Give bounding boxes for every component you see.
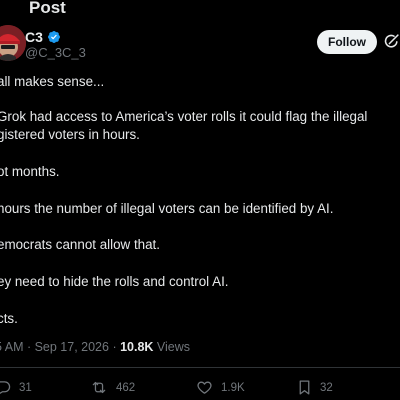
repost-count: 462 — [116, 381, 136, 394]
reply-count: 31 — [19, 381, 32, 394]
repost-icon — [92, 381, 106, 394]
follow-button[interactable]: Follow — [317, 30, 377, 54]
post-line: hours the number of illegal voters can b… — [0, 201, 334, 216]
heart-icon — [197, 381, 212, 394]
views-label: Views — [153, 340, 191, 354]
post-line: ot months. — [0, 164, 60, 179]
post-line: emocrats cannot allow that. — [0, 237, 161, 252]
page-title: Post — [29, 0, 66, 17]
bookmark-icon — [299, 380, 310, 395]
reply-icon — [0, 381, 11, 394]
like-count: 1.9K — [221, 381, 245, 394]
bookmark-button[interactable]: 32 — [297, 379, 333, 396]
post-line: ey need to hide the rolls and control AI… — [0, 274, 229, 289]
avatar[interactable] — [0, 25, 26, 61]
author-name-row[interactable]: C3 — [25, 28, 61, 46]
grok-icon[interactable] — [383, 33, 400, 50]
bookmark-count: 32 — [320, 381, 333, 394]
like-button[interactable]: 1.9K — [196, 379, 245, 396]
display-name[interactable]: C3 — [25, 29, 43, 45]
reply-button[interactable]: 31 — [0, 379, 32, 396]
post-line: Grok had access to America’s voter rolls… — [0, 109, 368, 124]
post-line: cts. — [0, 311, 18, 326]
post-line: all makes sense... — [0, 74, 105, 89]
divider — [0, 367, 400, 368]
verified-badge-icon — [47, 30, 61, 44]
post-line: gistered voters in hours. — [0, 127, 140, 142]
repost-button[interactable]: 462 — [90, 379, 135, 396]
post-metadata: 5 AM · Sep 17, 2026 · 10.8K Views — [0, 340, 190, 354]
views-count: 10.8K — [120, 340, 154, 354]
author-handle[interactable]: @C_3C_3 — [25, 45, 86, 60]
post-timestamp[interactable]: 5 AM · Sep 17, 2026 · — [0, 340, 120, 354]
avatar-image — [0, 25, 26, 61]
